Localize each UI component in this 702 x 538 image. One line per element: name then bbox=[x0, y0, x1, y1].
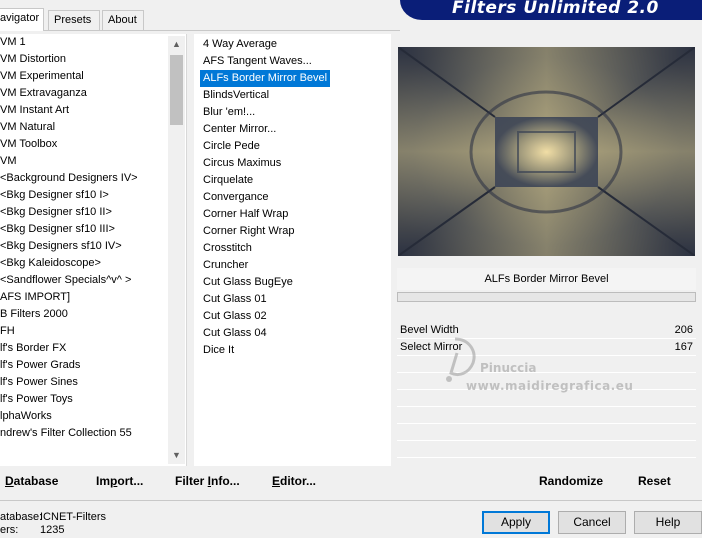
group-item[interactable]: VM Distortion bbox=[0, 51, 138, 68]
group-item[interactable]: lf's Power Toys bbox=[0, 391, 138, 408]
group-item[interactable]: lf's Border FX bbox=[0, 340, 138, 357]
status-database-value: ICNET-Filters bbox=[40, 511, 106, 523]
filter-info-label-pre: Filter bbox=[175, 474, 208, 488]
param-empty-row bbox=[397, 373, 696, 390]
filter-items: 4 Way Average AFS Tangent Waves... ALFs Bo… bbox=[200, 36, 331, 359]
title-banner: Filters Unlimited 2.0 bbox=[400, 0, 702, 20]
group-item[interactable]: <Bkg Kaleidoscope> bbox=[0, 255, 138, 272]
database-label: atabase bbox=[13, 474, 59, 488]
group-item[interactable]: VM Natural bbox=[0, 119, 138, 136]
group-item[interactable]: lf's Power Sines bbox=[0, 374, 138, 391]
progress-bar bbox=[397, 292, 696, 302]
group-item[interactable]: ndrew's Filter Collection 55 bbox=[0, 425, 138, 442]
filter-item[interactable]: Cut Glass 04 bbox=[200, 325, 330, 342]
param-empty-row bbox=[397, 441, 696, 458]
status-filters-label: ers: bbox=[0, 524, 19, 536]
app-title: Filters Unlimited 2.0 bbox=[452, 0, 659, 18]
filter-item[interactable]: Cut Glass BugEye bbox=[200, 274, 330, 291]
filter-item[interactable]: 4 Way Average bbox=[200, 36, 330, 53]
param-bevel-width[interactable]: Bevel Width 206 bbox=[397, 322, 696, 339]
group-item[interactable]: <Bkg Designer sf10 III> bbox=[0, 221, 138, 238]
filter-item[interactable]: ALFs Border Mirror Bevel bbox=[200, 70, 331, 87]
filter-item[interactable]: Crosstitch bbox=[200, 240, 330, 257]
filter-item[interactable]: AFS Tangent Waves... bbox=[200, 53, 330, 70]
param-value[interactable]: 167 bbox=[675, 339, 693, 356]
scroll-thumb[interactable] bbox=[170, 55, 183, 125]
param-value[interactable]: 206 bbox=[675, 322, 693, 339]
group-item[interactable]: <Bkg Designers sf10 IV> bbox=[0, 238, 138, 255]
filter-item[interactable]: Cut Glass 01 bbox=[200, 291, 330, 308]
current-filter-name: ALFs Border Mirror Bevel bbox=[397, 268, 696, 290]
group-item[interactable]: VM bbox=[0, 153, 138, 170]
group-item[interactable]: VM Experimental bbox=[0, 68, 138, 85]
tab-divider bbox=[0, 30, 400, 31]
filter-info-label: nfo... bbox=[211, 474, 240, 488]
group-item[interactable]: <Bkg Designer sf10 I> bbox=[0, 187, 138, 204]
group-item[interactable]: FH bbox=[0, 323, 138, 340]
filter-item[interactable]: Circus Maximus bbox=[200, 155, 330, 172]
filter-item[interactable]: Cruncher bbox=[200, 257, 330, 274]
toolbar-divider bbox=[0, 500, 702, 501]
editor-label: ditor... bbox=[280, 474, 317, 488]
group-item[interactable]: <Sandflower Specials^v^ > bbox=[0, 272, 138, 289]
import-label: ort... bbox=[117, 474, 144, 488]
group-item[interactable]: VM Toolbox bbox=[0, 136, 138, 153]
group-list-scrollbar[interactable]: ▲ ▼ bbox=[168, 36, 185, 464]
scroll-up-icon[interactable]: ▲ bbox=[168, 36, 185, 53]
param-empty-row bbox=[397, 390, 696, 407]
group-item[interactable] bbox=[0, 442, 138, 459]
status-database-label: atabase: bbox=[0, 511, 43, 523]
param-empty-row bbox=[397, 407, 696, 424]
filter-item[interactable]: Blur 'em!... bbox=[200, 104, 330, 121]
filter-item[interactable]: Cut Glass 02 bbox=[200, 308, 330, 325]
filter-item[interactable]: Corner Right Wrap bbox=[200, 223, 330, 240]
filter-list[interactable]: 4 Way Average AFS Tangent Waves... ALFs Bo… bbox=[194, 34, 391, 466]
preview-image bbox=[398, 47, 695, 256]
scroll-down-icon[interactable]: ▼ bbox=[168, 447, 185, 464]
filter-item[interactable]: Dice It bbox=[200, 342, 330, 359]
help-button[interactable]: Help bbox=[634, 511, 702, 534]
group-item[interactable]: lphaWorks bbox=[0, 408, 138, 425]
filter-item[interactable]: Corner Half Wrap bbox=[200, 206, 330, 223]
param-empty-row bbox=[397, 424, 696, 441]
database-button[interactable]: Database bbox=[5, 472, 58, 490]
group-items: VM 1 VM Distortion VM Experimental VM Extra… bbox=[0, 34, 138, 459]
status-filters-value: 1235 bbox=[40, 524, 65, 536]
param-select-mirror[interactable]: Select Mirror 167 bbox=[397, 339, 696, 356]
filter-item[interactable]: Convergance bbox=[200, 189, 330, 206]
tab-presets[interactable]: Presets bbox=[48, 10, 100, 30]
group-item[interactable]: lf's Power Grads bbox=[0, 357, 138, 374]
apply-button[interactable]: Apply bbox=[482, 511, 550, 534]
tab-navigator[interactable]: avigator bbox=[0, 8, 44, 31]
import-label-pre: Im bbox=[96, 474, 111, 488]
reset-button[interactable]: Reset bbox=[638, 472, 671, 490]
group-item[interactable]: B Filters 2000 bbox=[0, 306, 138, 323]
import-button[interactable]: Import... bbox=[96, 472, 143, 490]
status-area: atabase: ICNET-Filters ers: 1235 bbox=[0, 511, 140, 537]
filter-item[interactable]: Center Mirror... bbox=[200, 121, 330, 138]
filter-item[interactable]: Cirquelate bbox=[200, 172, 330, 189]
group-item[interactable]: <Background Designers IV> bbox=[0, 170, 138, 187]
filter-info-button[interactable]: Filter Info... bbox=[175, 472, 240, 490]
group-item[interactable]: VM 1 bbox=[0, 34, 138, 51]
group-item[interactable]: VM Instant Art bbox=[0, 102, 138, 119]
filter-item[interactable]: Circle Pede bbox=[200, 138, 330, 155]
database-accel: D bbox=[5, 474, 14, 488]
filter-group-list[interactable]: VM 1 VM Distortion VM Experimental VM Extra… bbox=[0, 34, 187, 466]
editor-button[interactable]: Editor... bbox=[272, 472, 316, 490]
filter-preview bbox=[398, 47, 695, 256]
tab-about[interactable]: About bbox=[102, 10, 144, 30]
param-label: Bevel Width bbox=[400, 324, 459, 336]
param-label: Select Mirror bbox=[400, 341, 463, 353]
parameter-panel: Bevel Width 206 Select Mirror 167 bbox=[397, 322, 696, 464]
tab-bar: avigator Presets About bbox=[0, 8, 400, 31]
param-empty-row bbox=[397, 356, 696, 373]
editor-accel: E bbox=[272, 474, 281, 488]
randomize-button[interactable]: Randomize bbox=[539, 472, 603, 490]
group-item[interactable]: AFS IMPORT] bbox=[0, 289, 138, 306]
group-item[interactable]: VM Extravaganza bbox=[0, 85, 138, 102]
cancel-button[interactable]: Cancel bbox=[558, 511, 626, 534]
group-item[interactable]: <Bkg Designer sf10 II> bbox=[0, 204, 138, 221]
filter-item[interactable]: BlindsVertical bbox=[200, 87, 330, 104]
